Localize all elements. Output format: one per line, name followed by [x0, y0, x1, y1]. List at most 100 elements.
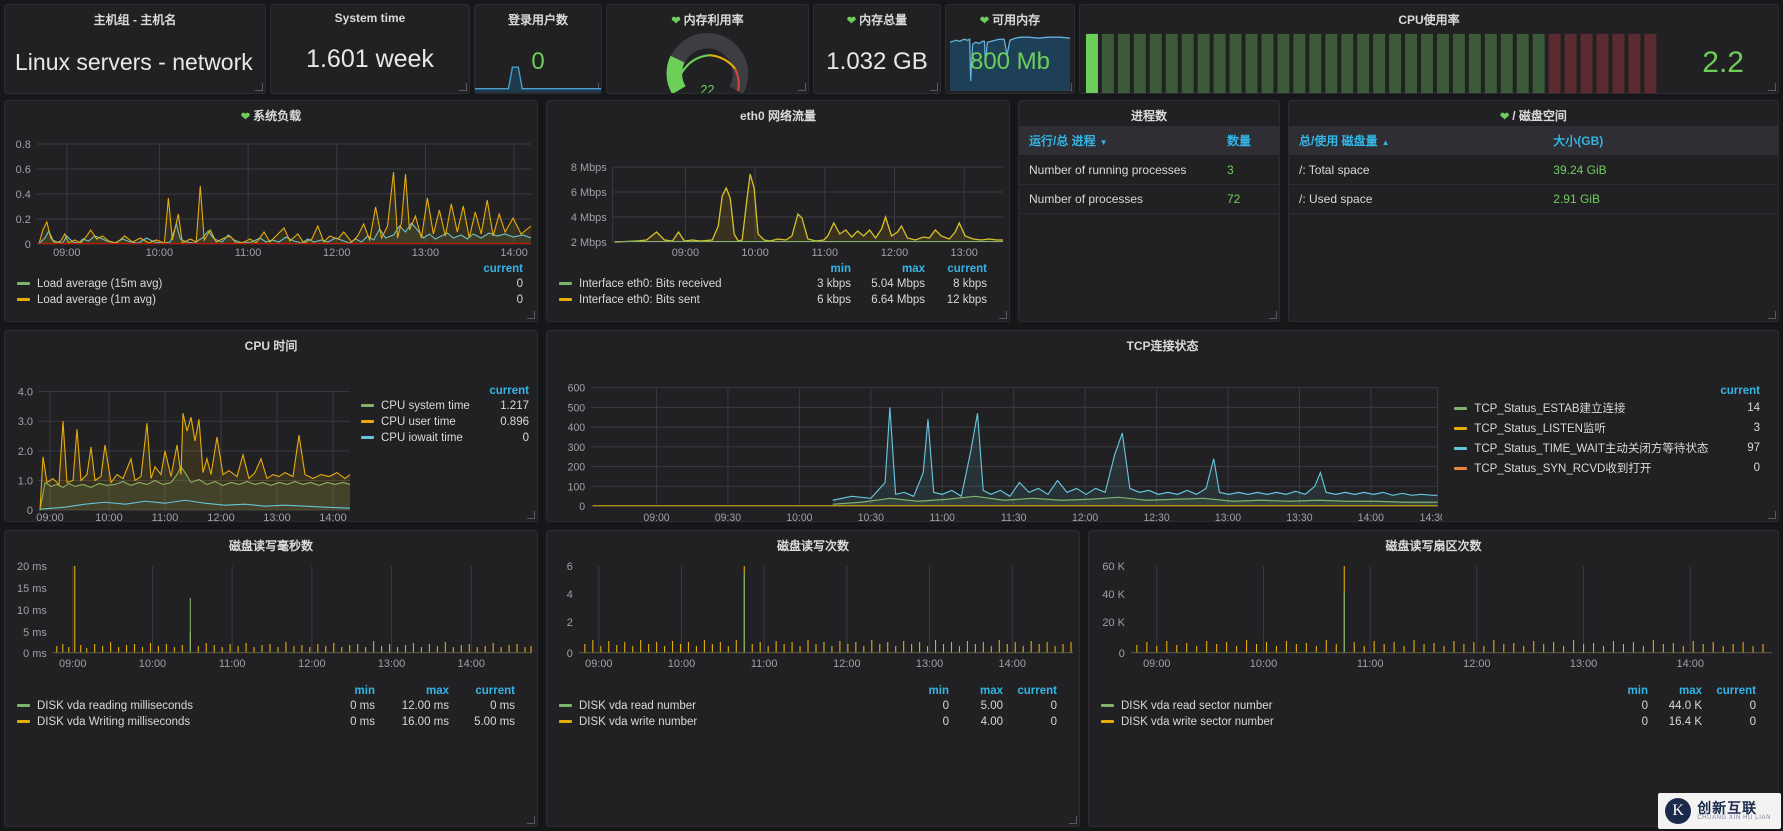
legend-col-name[interactable]: [11, 684, 321, 698]
legend-col-current[interactable]: current: [1011, 684, 1065, 698]
legend-series-cell: CPU iowait time: [355, 430, 481, 446]
legend-col-max[interactable]: max: [1656, 684, 1710, 698]
legend-col-name[interactable]: [553, 262, 787, 276]
legend-row[interactable]: TCP_Status_LISTEN监听 3: [1448, 418, 1768, 438]
legend-row[interactable]: DISK vda Writing milliseconds 0 ms 16.00…: [11, 714, 523, 730]
legend-series-cell: Interface eth0: Bits sent: [553, 292, 787, 308]
legend-col-min[interactable]: min: [787, 262, 859, 276]
resize-handle[interactable]: [1768, 83, 1777, 92]
legend-col-max[interactable]: max: [859, 262, 933, 276]
legend-col-current[interactable]: current: [1716, 384, 1768, 398]
legend-col-name[interactable]: [1448, 384, 1716, 398]
legend-col-name[interactable]: [553, 684, 899, 698]
legend-col-min[interactable]: min: [321, 684, 383, 698]
legend-current-value: 0: [516, 294, 523, 306]
table-col-process[interactable]: 运行/总 进程 ▼: [1019, 126, 1217, 156]
svg-text:12:00: 12:00: [1463, 658, 1490, 668]
legend-table: min max current Interface eth0: Bits rec…: [553, 262, 995, 308]
panel-tcp-status[interactable]: TCP连接状态 600 500 400 300 200 100 0 09:00 …: [546, 330, 1779, 522]
resize-handle[interactable]: [1069, 816, 1078, 825]
legend-row[interactable]: CPU user time 0.896: [355, 414, 537, 430]
panel-title-tcp-status: TCP连接状态: [1126, 339, 1199, 353]
table-row[interactable]: /: Total space 39.24 GiB: [1289, 155, 1778, 185]
resize-handle[interactable]: [1768, 511, 1777, 520]
heart-icon: ❤: [979, 15, 990, 27]
svg-text:13:00: 13:00: [263, 512, 291, 522]
legend-series-cell: DISK vda Writing milliseconds: [11, 714, 321, 730]
panel-disk-sectors[interactable]: 磁盘读写扇区次数 60 K 40 K 20 K 0 09:00 10:00 11…: [1088, 530, 1779, 827]
svg-text:400: 400: [568, 422, 586, 434]
svg-text:09:00: 09:00: [672, 247, 699, 258]
legend-row[interactable]: TCP_Status_TIME_WAIT主动关闭方等待状态 97: [1448, 438, 1768, 458]
panel-disk-rw-count[interactable]: 磁盘读写次数 6 4 2 0 09:00 10:00 11:00 12:00 1…: [546, 530, 1080, 827]
panel-memory-available[interactable]: ❤ 可用内存 800 Mb: [945, 4, 1075, 94]
disk-rw-count-legend: min max current DISK vda read number 0 5…: [547, 668, 1079, 730]
legend-col-current[interactable]: current: [457, 684, 523, 698]
legend-row[interactable]: TCP_Status_ESTAB建立连接 14: [1448, 398, 1768, 418]
legend-series-cell: DISK vda write sector number: [1095, 714, 1598, 730]
svg-text:500: 500: [568, 402, 586, 414]
panel-memory-total[interactable]: ❤ 内存总量 1.032 GB: [813, 4, 941, 94]
panel-memory-util[interactable]: ❤ 内存利用率 22: [606, 4, 809, 94]
legend-row[interactable]: Interface eth0: Bits received 3 kbps 5.0…: [553, 276, 995, 292]
legend-col-current[interactable]: current: [1710, 684, 1764, 698]
resize-handle[interactable]: [798, 83, 807, 92]
table-col-size[interactable]: 大小(GB): [1543, 126, 1778, 156]
legend-row[interactable]: DISK vda write sector number 0 16.4 K 0: [1095, 714, 1764, 730]
legend-row[interactable]: DISK vda reading milliseconds 0 ms 12.00…: [11, 698, 523, 714]
resize-handle[interactable]: [527, 311, 536, 320]
resize-handle[interactable]: [1768, 311, 1777, 320]
legend-col-current[interactable]: current: [471, 262, 531, 276]
resize-handle[interactable]: [527, 816, 536, 825]
legend-col-max[interactable]: max: [383, 684, 457, 698]
panel-disk-milliseconds[interactable]: 磁盘读写毫秒数 20 ms 15 ms 10 ms 5 ms 0 ms 09:0…: [4, 530, 538, 827]
legend-row[interactable]: TCP_Status_SYN_RCVD收到打开 0: [1448, 458, 1768, 478]
legend-col-current[interactable]: current: [481, 384, 537, 398]
legend-col-name[interactable]: [355, 384, 481, 398]
svg-text:11:00: 11:00: [235, 247, 262, 258]
legend-col-min[interactable]: min: [899, 684, 957, 698]
table-col-disk[interactable]: 总/使用 磁盘量 ▲: [1289, 126, 1544, 156]
legend-series-cell: TCP_Status_ESTAB建立连接: [1448, 398, 1716, 418]
legend-row[interactable]: Load average (1m avg) 0: [11, 292, 531, 308]
legend-row[interactable]: DISK vda read number 0 5.00 0: [553, 698, 1065, 714]
panel-process-count[interactable]: 进程数 运行/总 进程 ▼ 数量 Number of running proces…: [1018, 100, 1280, 322]
legend-col-current[interactable]: current: [933, 262, 995, 276]
legend-min-value: 0 ms: [350, 700, 375, 712]
legend-row[interactable]: Interface eth0: Bits sent 6 kbps 6.64 Mb…: [553, 292, 995, 308]
table-row[interactable]: Number of processes 72: [1019, 184, 1279, 214]
resize-handle[interactable]: [527, 511, 536, 520]
table-col-count[interactable]: 数量: [1217, 126, 1279, 156]
resize-handle[interactable]: [255, 83, 264, 92]
svg-text:4: 4: [567, 589, 573, 601]
legend-row[interactable]: DISK vda write number 0 4.00 0: [553, 714, 1065, 730]
legend-row[interactable]: DISK vda read sector number 0 44.0 K 0: [1095, 698, 1764, 714]
table-row[interactable]: /: Used space 2.91 GiB: [1289, 184, 1778, 214]
svg-text:12:30: 12:30: [1143, 512, 1169, 522]
legend-min-value: 0: [1641, 700, 1648, 712]
legend-col-max[interactable]: max: [957, 684, 1011, 698]
panel-logged-users[interactable]: 登录用户数 0: [474, 4, 602, 94]
table-row[interactable]: Number of running processes 3: [1019, 155, 1279, 185]
panel-system-time[interactable]: System time 1.601 week: [270, 4, 470, 94]
svg-text:0.4: 0.4: [16, 189, 31, 201]
legend-header-row: current: [11, 262, 531, 276]
legend-col-name[interactable]: [1095, 684, 1598, 698]
svg-text:14:00: 14:00: [500, 247, 527, 258]
panel-eth0-traffic[interactable]: eth0 网络流量 8 Mbps 6 Mbps 4 Mbps 2 Mbps 0 …: [546, 100, 1010, 322]
panel-cpu-time[interactable]: CPU 时间 4.0 3.0 2.0 1.0 0 09:00 10:00 11:…: [4, 330, 538, 522]
legend-row[interactable]: CPU iowait time 0: [355, 430, 537, 446]
panel-system-load[interactable]: ❤ 系统负载 0.8 0.6 0.4 0.2 0 09:00 10:00 11:…: [4, 100, 538, 322]
svg-text:6 Mbps: 6 Mbps: [571, 187, 607, 199]
resize-handle[interactable]: [999, 311, 1008, 320]
panel-hostname[interactable]: 主机组 - 主机名 Linux servers - network: [4, 4, 266, 94]
legend-col-min[interactable]: min: [1598, 684, 1656, 698]
resize-handle[interactable]: [1269, 311, 1278, 320]
legend-row[interactable]: Load average (15m avg) 0: [11, 276, 531, 292]
svg-text:4.0: 4.0: [18, 387, 33, 399]
legend-header-row: min max current: [1095, 684, 1764, 698]
legend-col-name[interactable]: [11, 262, 471, 276]
legend-row[interactable]: CPU system time 1.217: [355, 398, 537, 414]
panel-cpu-usage[interactable]: CPU使用率 2.2: [1079, 4, 1779, 94]
panel-disk-space[interactable]: ❤ / 磁盘空间 总/使用 磁盘量 ▲ 大小(GB) /: Total space …: [1288, 100, 1779, 322]
